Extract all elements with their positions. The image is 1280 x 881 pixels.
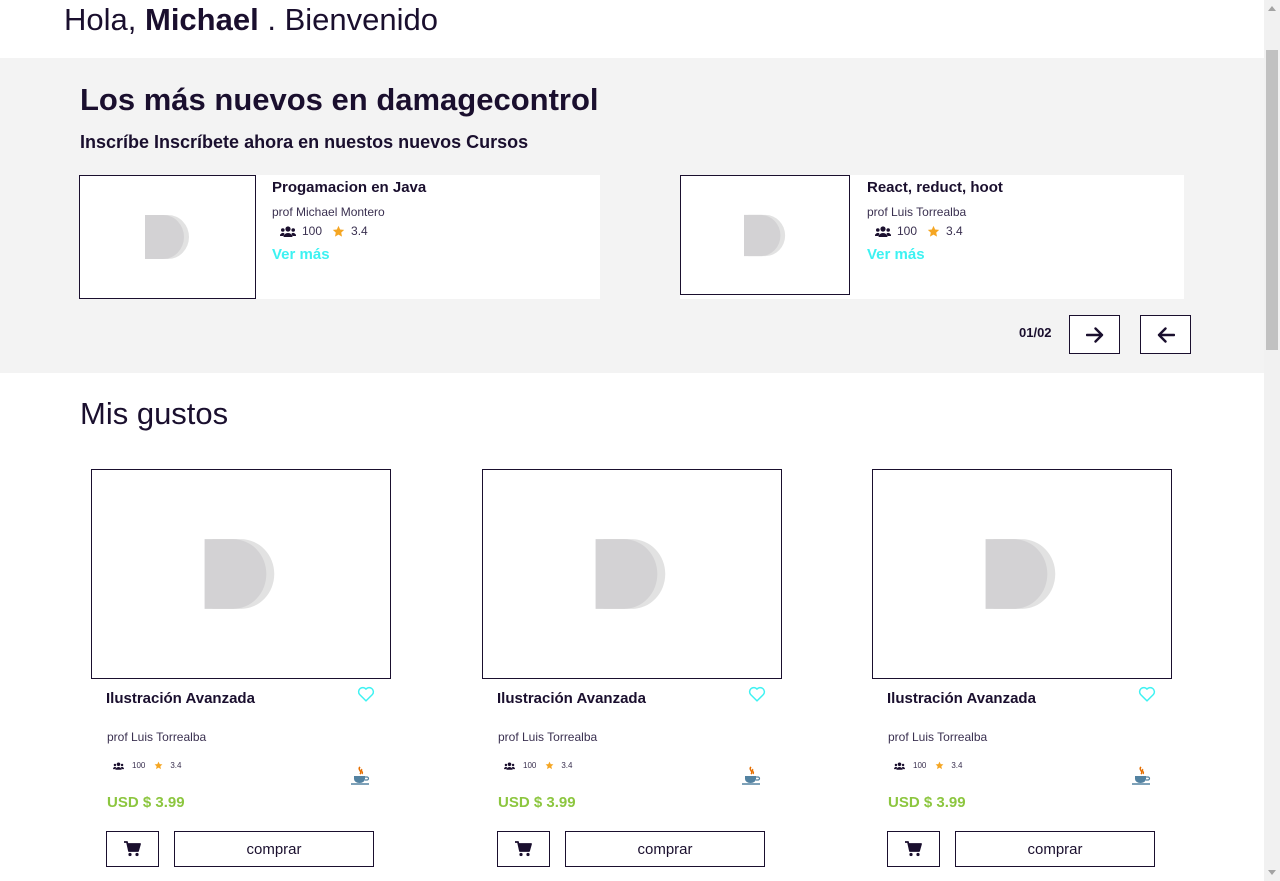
course-card: Progamacion en Java prof Michael Montero… — [79, 175, 600, 299]
product-stats: 100 3.4 — [113, 761, 181, 770]
cart-icon — [905, 841, 922, 857]
product-rating: 3.4 — [951, 761, 963, 770]
product-professor: prof Luis Torrealba — [888, 730, 988, 744]
product-students-count: 100 — [523, 761, 537, 770]
product-students-count: 100 — [132, 761, 146, 770]
add-to-cart-button[interactable] — [497, 831, 550, 867]
course-professor: prof Michael Montero — [272, 205, 385, 219]
product-professor: prof Luis Torrealba — [107, 730, 207, 744]
users-icon — [504, 761, 515, 770]
product-price: USD $ 3.99 — [888, 794, 966, 811]
course-stats: 100 3.4 — [867, 224, 1003, 238]
vertical-scrollbar[interactable] — [1264, 0, 1280, 881]
new-courses-section: Los más nuevos en damagecontrol Inscríbe… — [0, 58, 1264, 373]
new-courses-title: Los más nuevos en damagecontrol — [80, 82, 599, 117]
add-to-cart-button[interactable] — [106, 831, 159, 867]
product-price: USD $ 3.99 — [107, 794, 185, 811]
product-thumbnail — [482, 469, 782, 679]
product-thumbnail — [91, 469, 391, 679]
users-icon — [113, 761, 124, 770]
product-card: Ilustración Avanzada prof Luis Torrealba… — [872, 469, 1172, 867]
greeting-user-name: Michael — [145, 2, 259, 37]
java-icon — [351, 766, 370, 785]
new-courses-subtitle: Inscríbe Inscríbete ahora en nuestos nue… — [80, 132, 529, 152]
star-icon — [154, 761, 163, 770]
heart-icon[interactable] — [357, 686, 375, 702]
carousel-page-indicator: 01/02 — [1019, 325, 1052, 340]
course-thumbnail — [79, 175, 256, 299]
course-title: Progamacion en Java — [272, 179, 427, 196]
course-see-more-link[interactable]: Ver más — [272, 246, 426, 263]
placeholder-logo-icon — [743, 214, 785, 256]
course-title: React, reduct, hoot — [867, 179, 1003, 196]
buy-button[interactable]: comprar — [174, 831, 374, 867]
placeholder-logo-icon — [204, 539, 275, 609]
course-professor: prof Luis Torrealba — [867, 205, 967, 219]
product-thumbnail — [872, 469, 1172, 679]
product-price: USD $ 3.99 — [498, 794, 576, 811]
heart-icon[interactable] — [1138, 686, 1156, 702]
course-see-more-link[interactable]: Ver más — [867, 246, 1003, 263]
heart-icon[interactable] — [748, 686, 766, 702]
course-rating: 3.4 — [351, 224, 368, 238]
users-icon — [894, 761, 905, 770]
course-card: React, reduct, hoot prof Luis Torrealba … — [680, 175, 1184, 299]
buy-button[interactable]: comprar — [955, 831, 1155, 867]
arrow-left-icon — [1157, 326, 1175, 343]
users-icon — [280, 225, 296, 237]
product-card: Ilustración Avanzada prof Luis Torrealba… — [91, 469, 391, 867]
placeholder-logo-icon — [985, 539, 1056, 609]
product-stats: 100 3.4 — [504, 761, 572, 770]
scroll-up-arrow-icon[interactable] — [1264, 0, 1280, 17]
my-likes-title: Mis gustos — [80, 396, 229, 431]
cart-icon — [124, 841, 141, 857]
java-icon — [1132, 766, 1151, 785]
scroll-down-arrow-icon[interactable] — [1264, 864, 1280, 881]
product-stats: 100 3.4 — [894, 761, 962, 770]
scrollbar-thumb[interactable] — [1266, 50, 1278, 350]
product-rating: 3.4 — [561, 761, 573, 770]
users-icon — [875, 225, 891, 237]
carousel-next-button[interactable] — [1069, 315, 1120, 354]
product-professor: prof Luis Torrealba — [498, 730, 598, 744]
course-students-count: 100 — [897, 224, 918, 238]
product-title: Ilustración Avanzada — [106, 690, 255, 707]
add-to-cart-button[interactable] — [887, 831, 940, 867]
java-icon — [742, 766, 761, 785]
course-info: React, reduct, hoot prof Luis Torrealba … — [867, 179, 1003, 263]
placeholder-logo-icon — [144, 215, 189, 259]
star-icon — [935, 761, 944, 770]
product-title: Ilustración Avanzada — [887, 690, 1036, 707]
course-thumbnail — [680, 175, 850, 295]
product-rating: 3.4 — [170, 761, 182, 770]
greeting-hello: Hola, — [64, 2, 137, 37]
star-icon — [545, 761, 554, 770]
buy-button[interactable]: comprar — [565, 831, 765, 867]
greeting-welcome: . Bienvenido — [267, 2, 438, 37]
product-students-count: 100 — [913, 761, 927, 770]
course-students-count: 100 — [302, 224, 323, 238]
course-info: Progamacion en Java prof Michael Montero… — [272, 179, 426, 263]
product-card: Ilustración Avanzada prof Luis Torrealba… — [482, 469, 782, 867]
greeting: Hola, Michael . Bienvenido — [64, 2, 438, 38]
carousel-prev-button[interactable] — [1140, 315, 1191, 354]
course-stats: 100 3.4 — [272, 224, 426, 238]
star-icon — [927, 225, 940, 237]
cart-icon — [515, 841, 532, 857]
arrow-right-icon — [1085, 326, 1103, 343]
course-rating: 3.4 — [946, 224, 963, 238]
product-title: Ilustración Avanzada — [497, 690, 646, 707]
placeholder-logo-icon — [595, 539, 666, 609]
star-icon — [332, 225, 345, 237]
